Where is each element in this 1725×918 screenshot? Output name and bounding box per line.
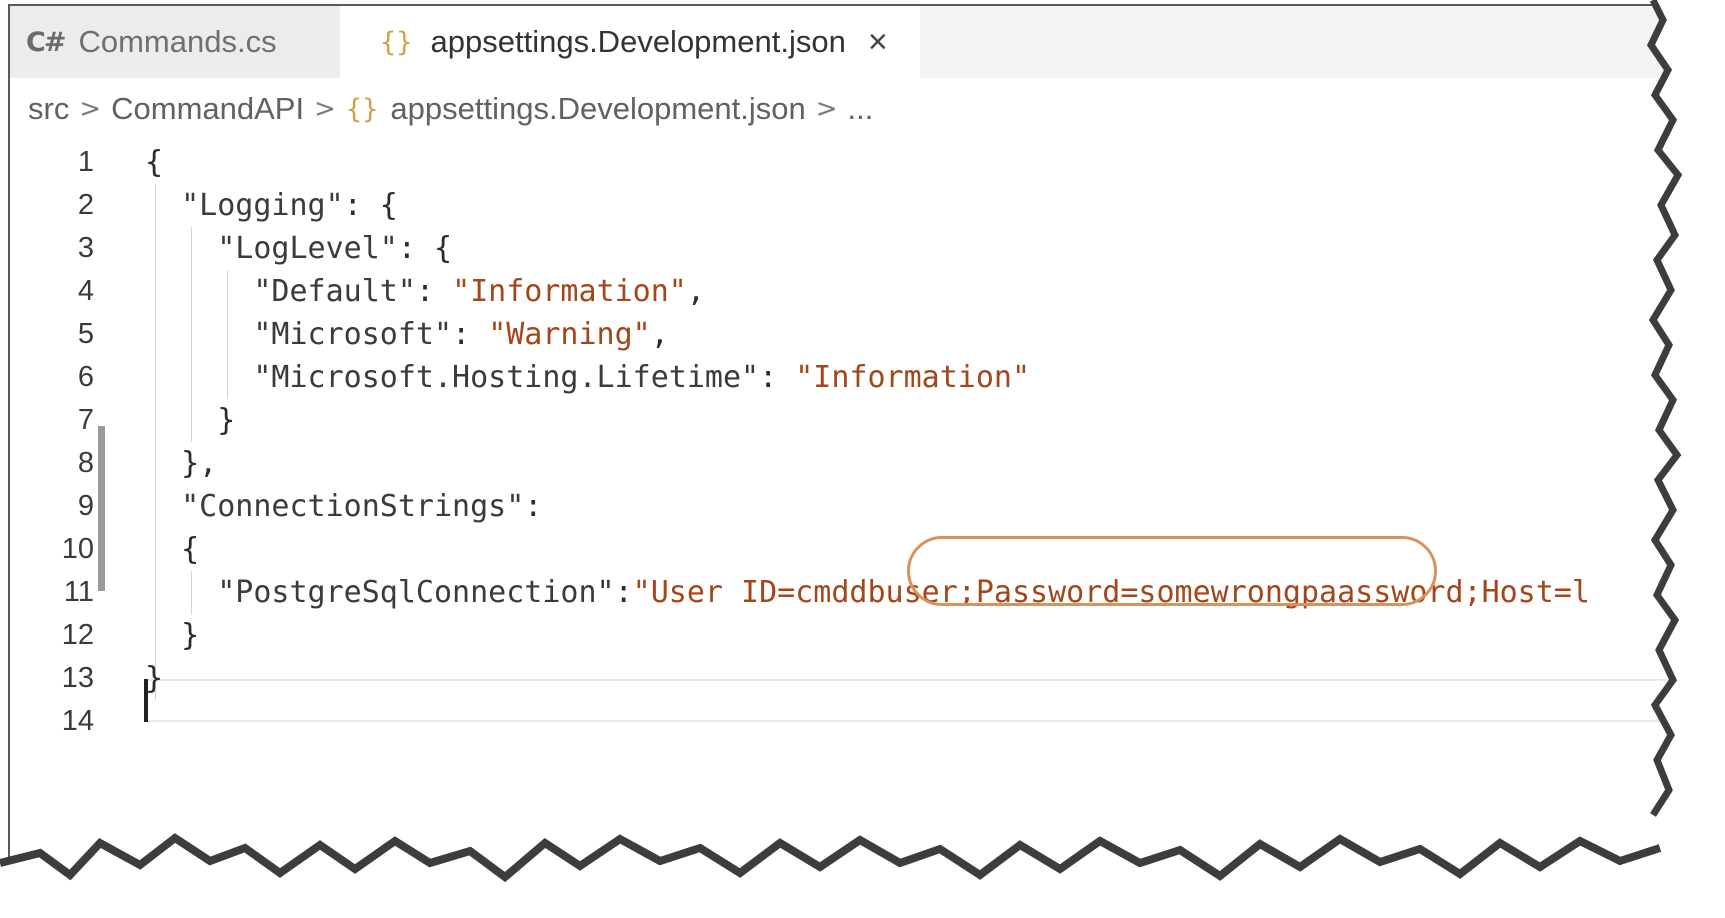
code-text: "ConnectionStrings": [181, 489, 543, 524]
tab-label: appsettings.Development.json [430, 24, 846, 59]
code-text: } [145, 661, 164, 696]
code-text: "Microsoft": "Warning", [253, 317, 669, 352]
line-number: 11 [63, 576, 94, 608]
chevron-right-icon: > [815, 94, 838, 124]
code-line: 8 }, [10, 442, 1670, 485]
json-braces-icon: {} [345, 93, 379, 125]
line-number: 8 [77, 447, 94, 479]
line-number: 6 [77, 361, 94, 393]
torn-edge-bottom [0, 833, 1725, 918]
code-line: 13} [10, 657, 1670, 700]
code-line: 7 } [10, 399, 1670, 442]
code-line: 14 [10, 700, 1670, 743]
code-line: 5 "Microsoft": "Warning", [10, 313, 1670, 356]
breadcrumb-item-commandapi[interactable]: CommandAPI [111, 91, 304, 127]
code-text: "Default": "Information", [253, 274, 705, 309]
tab-bar: C# Commands.cs {} appsettings.Developmen… [10, 6, 1670, 78]
chevron-right-icon: > [314, 94, 336, 124]
editor-window: C# Commands.cs {} appsettings.Developmen… [8, 4, 1670, 896]
line-number: 3 [77, 232, 94, 264]
line-number: 12 [61, 619, 94, 651]
breadcrumb: src > CommandAPI > {} appsettings.Develo… [28, 80, 873, 138]
csharp-icon: C# [26, 26, 66, 58]
tab-label: Commands.cs [78, 24, 277, 59]
chevron-right-icon: > [79, 94, 102, 124]
line-number: 5 [77, 318, 94, 350]
line-number: 10 [61, 533, 94, 565]
code-line: 12 } [10, 614, 1670, 657]
code-text: "Logging": { [181, 188, 398, 223]
code-line: 3 "LogLevel": { [10, 227, 1670, 270]
line-number: 1 [77, 146, 94, 178]
code-text: { [145, 145, 164, 180]
close-icon[interactable]: × [868, 23, 888, 62]
code-line: 9 "ConnectionStrings": [10, 485, 1670, 528]
password-highlight-annotation [907, 536, 1437, 606]
code-text: "Microsoft.Hosting.Lifetime": "Informati… [253, 360, 1031, 395]
code-text: { [145, 532, 200, 567]
breadcrumb-item-file[interactable]: appsettings.Development.json [390, 91, 805, 127]
code-line: 6 "Microsoft.Hosting.Lifetime": "Informa… [10, 356, 1670, 399]
tab-appsettings-development-json[interactable]: {} appsettings.Development.json × [340, 6, 920, 78]
code-editor[interactable]: 1{2 "Logging": {3 "LogLevel": {4 "Defaul… [10, 141, 1670, 791]
line-number: 4 [77, 275, 94, 307]
json-braces-icon: {} [380, 26, 413, 58]
code-line: 1{ [10, 141, 1670, 184]
line-number: 13 [61, 662, 94, 694]
line-number: 9 [77, 490, 94, 522]
line-number: 14 [61, 705, 94, 737]
line-number: 2 [77, 189, 94, 221]
torn-edge-right [1646, 0, 1725, 817]
code-text: "LogLevel": { [217, 231, 453, 266]
code-text: } [145, 618, 200, 653]
code-text: }, [145, 446, 218, 481]
line-number: 7 [77, 404, 94, 436]
breadcrumb-item-src[interactable]: src [28, 91, 69, 127]
code-text: } [145, 403, 236, 438]
breadcrumb-item-more[interactable]: ... [848, 91, 874, 127]
tab-commands-cs[interactable]: C# Commands.cs [10, 6, 340, 78]
code-line: 2 "Logging": { [10, 184, 1670, 227]
code-line: 4 "Default": "Information", [10, 270, 1670, 313]
